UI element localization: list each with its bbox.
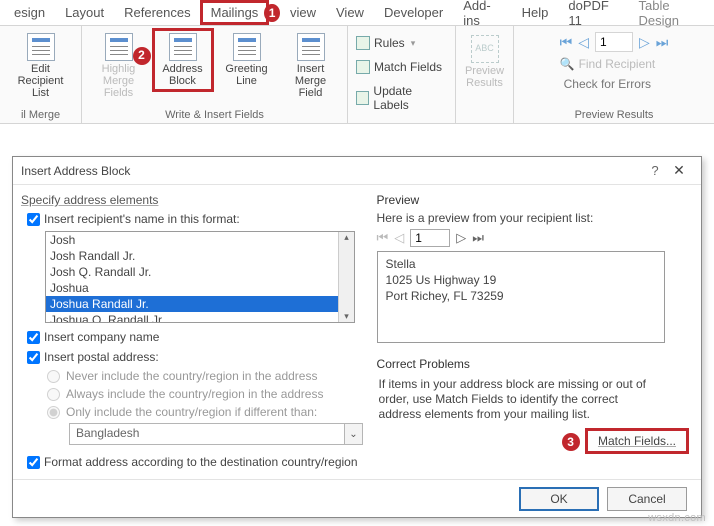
preview-navigator[interactable]: ⏮ ◁ ▷ ⏭ bbox=[377, 229, 691, 247]
tab-view[interactable]: View bbox=[326, 1, 374, 24]
list-item-selected[interactable]: Joshua Randall Jr. bbox=[46, 296, 354, 312]
scroll-down-icon[interactable]: ▾ bbox=[344, 311, 349, 322]
ribbon-body: Edit Recipient List il Merge 2 Highlig M… bbox=[0, 26, 714, 124]
preview-header: Preview bbox=[377, 189, 691, 209]
group-write-label: Write & Insert Fields bbox=[165, 107, 264, 121]
greeting-line-button[interactable]: Greeting Line bbox=[218, 30, 276, 90]
list-item[interactable]: Josh Q. Randall Jr. bbox=[46, 264, 354, 280]
marker-3: 3 bbox=[562, 433, 580, 451]
tab-design[interactable]: esign bbox=[4, 1, 55, 24]
check-errors-button[interactable]: Check for Errors bbox=[560, 76, 651, 92]
dialog-title: Insert Address Block bbox=[21, 164, 130, 178]
tab-mailings[interactable]: Mailings bbox=[201, 1, 269, 24]
edit-recipient-list-button[interactable]: Edit Recipient List bbox=[12, 30, 70, 102]
group-mailmerge-label: il Merge bbox=[21, 107, 60, 121]
dialog-titlebar: Insert Address Block ? ✕ bbox=[13, 157, 701, 185]
rules-icon bbox=[356, 36, 370, 50]
list-item[interactable]: Josh bbox=[46, 232, 354, 248]
dialog-footer: OK Cancel bbox=[13, 479, 701, 517]
always-include-country-radio[interactable]: Always include the country/region in the… bbox=[21, 385, 369, 403]
last-record-icon[interactable]: ⏭ bbox=[656, 34, 669, 51]
insert-address-block-dialog: Insert Address Block ? ✕ Specify address… bbox=[12, 156, 702, 518]
marker-2: 2 bbox=[133, 47, 151, 65]
record-number-input[interactable] bbox=[595, 32, 633, 52]
country-combo-value: Bangladesh bbox=[69, 423, 345, 445]
watermark: wsxdn.com bbox=[648, 512, 706, 524]
correct-problems-text: If items in your address block are missi… bbox=[377, 373, 665, 426]
insert-name-checkbox[interactable]: Insert recipient's name in this format: bbox=[21, 209, 369, 229]
ribbon-tabs: esign Layout References Mailings 1 view … bbox=[0, 0, 714, 26]
next-icon[interactable]: ▷ bbox=[456, 230, 466, 246]
highlight-merge-fields-button: 2 Highlig Merge Fields bbox=[90, 30, 148, 102]
first-record-icon[interactable]: ⏮ bbox=[560, 34, 573, 51]
chevron-down-icon[interactable]: ⌄ bbox=[345, 423, 363, 445]
never-include-country-radio[interactable]: Never include the country/region in the … bbox=[21, 367, 369, 385]
tab-references[interactable]: References bbox=[114, 1, 200, 24]
list-item[interactable]: Josh Randall Jr. bbox=[46, 248, 354, 264]
update-labels-button[interactable]: Update Labels bbox=[354, 82, 449, 114]
preview-line: Stella bbox=[386, 256, 656, 272]
ribbon-match-fields-button[interactable]: Match Fields bbox=[354, 58, 444, 76]
marker-1: 1 bbox=[264, 4, 280, 22]
tab-help[interactable]: Help bbox=[512, 1, 559, 24]
preview-icon: ABC bbox=[471, 35, 499, 63]
preview-index-input[interactable] bbox=[410, 229, 450, 247]
scroll-up-icon[interactable]: ▴ bbox=[344, 232, 349, 243]
format-destination-checkbox[interactable]: Format address according to the destinat… bbox=[21, 447, 369, 472]
list-item[interactable]: Joshua Q. Randall Jr. bbox=[46, 312, 354, 323]
find-icon: 🔍 bbox=[560, 57, 575, 71]
preview-hint: Here is a preview from your recipient li… bbox=[377, 209, 691, 227]
ok-button[interactable]: OK bbox=[519, 487, 599, 511]
list-item[interactable]: Joshua bbox=[46, 280, 354, 296]
preview-results-button[interactable]: ABC Preview Results bbox=[456, 32, 514, 92]
highlight-icon bbox=[105, 33, 133, 61]
insert-postal-checkbox[interactable]: Insert postal address: bbox=[21, 347, 369, 367]
match-fields-button[interactable]: Match Fields... bbox=[585, 428, 689, 454]
rules-button[interactable]: Rules▾ bbox=[354, 34, 417, 52]
address-block-icon bbox=[169, 33, 197, 61]
first-icon[interactable]: ⏮ bbox=[377, 230, 389, 246]
chevron-down-icon: ▾ bbox=[411, 38, 416, 49]
correct-problems-header: Correct Problems bbox=[377, 353, 691, 373]
insert-company-checkbox[interactable]: Insert company name bbox=[21, 327, 369, 347]
only-if-different-radio[interactable]: Only include the country/region if diffe… bbox=[21, 403, 369, 421]
find-recipient-button: 🔍Find Recipient bbox=[560, 56, 656, 72]
specify-elements-header: Specify address elements bbox=[21, 189, 369, 209]
group-preview-label: Preview Results bbox=[575, 107, 654, 121]
update-labels-icon bbox=[356, 91, 369, 105]
preview-box: Stella 1025 Us Highway 19 Port Richey, F… bbox=[377, 251, 665, 343]
greeting-icon bbox=[233, 33, 261, 61]
dialog-help-button[interactable]: ? bbox=[645, 163, 665, 178]
insert-merge-field-button[interactable]: Insert Merge Field bbox=[282, 30, 340, 102]
next-record-icon[interactable]: ▷ bbox=[639, 34, 650, 51]
preview-line: 1025 Us Highway 19 bbox=[386, 272, 656, 288]
tab-developer[interactable]: Developer bbox=[374, 1, 453, 24]
merge-field-icon bbox=[297, 33, 325, 61]
address-block-button[interactable]: Address Block bbox=[154, 30, 212, 90]
name-format-listbox[interactable]: Josh Josh Randall Jr. Josh Q. Randall Jr… bbox=[45, 231, 355, 323]
listbox-scrollbar[interactable]: ▴▾ bbox=[338, 232, 354, 322]
prev-record-icon[interactable]: ◁ bbox=[578, 34, 589, 51]
country-combo[interactable]: Bangladesh ⌄ bbox=[69, 423, 369, 445]
tab-review-crop[interactable]: view bbox=[280, 1, 326, 24]
cancel-button[interactable]: Cancel bbox=[607, 487, 687, 511]
tab-layout[interactable]: Layout bbox=[55, 1, 114, 24]
match-fields-icon bbox=[356, 60, 370, 74]
preview-line: Port Richey, FL 73259 bbox=[386, 288, 656, 304]
dialog-close-button[interactable]: ✕ bbox=[665, 162, 693, 179]
record-navigator[interactable]: ⏮ ◁ ▷ ⏭ bbox=[560, 32, 669, 52]
recipient-list-icon bbox=[27, 33, 55, 61]
prev-icon[interactable]: ◁ bbox=[394, 230, 404, 246]
last-icon[interactable]: ⏭ bbox=[472, 230, 484, 246]
